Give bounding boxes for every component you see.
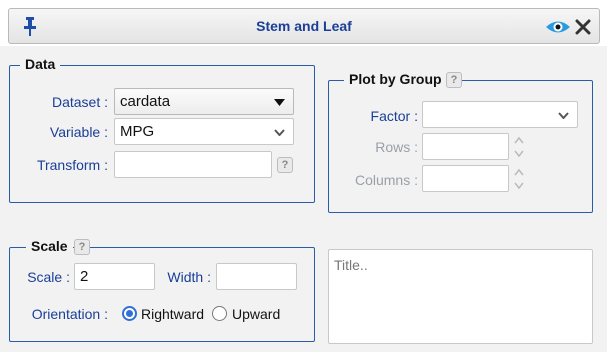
scale-legend: Scale: [26, 238, 73, 254]
plot-by-group-legend: Plot by Group: [344, 71, 447, 87]
variable-label: Variable :: [49, 124, 108, 140]
rightward-label[interactable]: Rightward: [141, 306, 204, 322]
rows-input[interactable]: [422, 133, 509, 160]
scale-help-icon[interactable]: ?: [74, 239, 90, 255]
transform-label: Transform :: [36, 157, 108, 173]
upward-label[interactable]: Upward: [232, 306, 280, 322]
rows-label: Rows :: [375, 139, 418, 155]
rightward-radio[interactable]: [122, 306, 137, 321]
upward-radio[interactable]: [212, 306, 227, 321]
plot-by-group-help-icon[interactable]: ?: [446, 72, 462, 88]
close-icon[interactable]: [575, 19, 591, 35]
width-label: Width :: [167, 269, 211, 285]
title-placeholder: Title..: [334, 257, 368, 273]
chevron-down-icon: [558, 112, 569, 119]
title-textarea[interactable]: Title..: [328, 249, 593, 344]
dataset-select[interactable]: cardata: [114, 88, 294, 115]
columns-input[interactable]: [422, 165, 509, 192]
scale-group: [9, 247, 315, 342]
transform-input[interactable]: [114, 151, 272, 178]
scale-value: 2: [80, 268, 89, 285]
columns-spinner-icon[interactable]: [513, 167, 525, 191]
dialog-title: Stem and Leaf: [256, 18, 352, 34]
dialog-title-bar: Stem and Leaf: [8, 8, 600, 44]
dataset-value: cardata: [120, 93, 171, 110]
factor-select[interactable]: [422, 101, 578, 128]
orientation-label: Orientation :: [31, 306, 108, 322]
chevron-down-icon: [274, 129, 285, 136]
rows-spinner-icon[interactable]: [513, 135, 525, 159]
data-legend: Data: [20, 56, 61, 72]
variable-select[interactable]: MPG: [114, 118, 294, 145]
width-input[interactable]: [216, 263, 297, 290]
scale-input[interactable]: 2: [74, 263, 155, 290]
transform-help-icon[interactable]: ?: [277, 157, 293, 173]
columns-label: Columns :: [354, 172, 418, 188]
scale-label: Scale :: [27, 269, 70, 285]
variable-value: MPG: [120, 123, 155, 140]
factor-label: Factor :: [370, 108, 418, 124]
dropdown-arrow-icon: [274, 99, 285, 106]
dataset-label: Dataset :: [51, 94, 108, 110]
eye-icon[interactable]: [545, 19, 571, 35]
